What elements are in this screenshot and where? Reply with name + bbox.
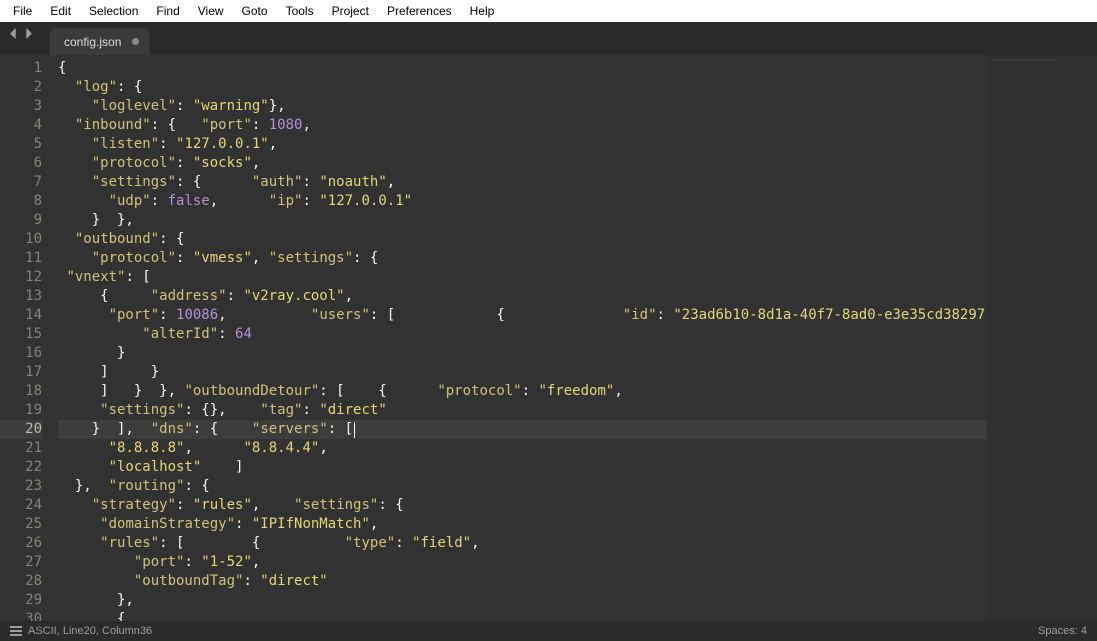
code-line[interactable]: "outbound": { — [58, 230, 987, 249]
code-line[interactable]: "protocol": "vmess", "settings": { — [58, 249, 987, 268]
code-line[interactable]: "vnext": [ — [58, 268, 987, 287]
status-line-label: Line — [63, 625, 84, 637]
status-line[interactable]: 20 — [84, 625, 96, 637]
code-line[interactable]: "rules": [ { "type": "field", — [58, 534, 987, 553]
code-line[interactable]: "port": 10086, "users": [ { "id": "23ad6… — [58, 306, 987, 325]
code-line[interactable]: ] } — [58, 363, 987, 382]
code-line[interactable]: { — [58, 59, 987, 78]
code-line[interactable]: { "address": "v2ray.cool", — [58, 287, 987, 306]
editor: 1234567891011121314151617181920212223242… — [0, 55, 1097, 621]
code-line[interactable]: "8.8.8.8", "8.8.4.4", — [58, 439, 987, 458]
menu-bar: FileEditSelectionFindViewGotoToolsProjec… — [0, 0, 1097, 22]
code-line[interactable]: } }, — [58, 211, 987, 230]
code-line[interactable]: "listen": "127.0.0.1", — [58, 135, 987, 154]
nav-forward-icon[interactable] — [23, 28, 34, 39]
code-line[interactable]: }, — [58, 591, 987, 610]
minimap[interactable] — [987, 55, 1097, 621]
menu-tools[interactable]: Tools — [277, 2, 323, 20]
code-line[interactable]: }, "routing": { — [58, 477, 987, 496]
code-line[interactable]: "loglevel": "warning"}, — [58, 97, 987, 116]
code-line[interactable]: "protocol": "socks", — [58, 154, 987, 173]
code-line[interactable]: "alterId": 64 — [58, 325, 987, 344]
menu-icon[interactable] — [10, 626, 22, 636]
text-caret — [354, 422, 355, 438]
status-col-label: , Column — [96, 625, 140, 637]
menu-preferences[interactable]: Preferences — [378, 2, 461, 20]
code-line[interactable]: "outboundTag": "direct" — [58, 572, 987, 591]
menu-view[interactable]: View — [189, 2, 233, 20]
code-line[interactable]: "log": { — [58, 78, 987, 97]
code-line[interactable]: ] } }, "outboundDetour": [ { "protocol":… — [58, 382, 987, 401]
menu-selection[interactable]: Selection — [80, 2, 147, 20]
code-line[interactable]: "port": "1-52", — [58, 553, 987, 572]
tab-config-json[interactable]: config.json — [50, 28, 149, 55]
status-indent[interactable]: Spaces: 4 — [1038, 625, 1087, 637]
code-area[interactable]: { "log": { "loglevel": "warning"}, "inbo… — [50, 55, 987, 621]
tab-title: config.json — [64, 35, 121, 49]
nav-back-icon[interactable] — [8, 28, 19, 39]
tab-dirty-indicator — [132, 38, 139, 45]
code-line[interactable]: "strategy": "rules", "settings": { — [58, 496, 987, 515]
code-line[interactable]: { — [58, 610, 987, 621]
minimap-preview — [993, 59, 1057, 617]
menu-goto[interactable]: Goto — [233, 2, 277, 20]
code-line[interactable]: "udp": false, "ip": "127.0.0.1" — [58, 192, 987, 211]
code-line[interactable]: "inbound": { "port": 1080, — [58, 116, 987, 135]
line-gutter: 1234567891011121314151617181920212223242… — [0, 55, 50, 621]
nav-arrows — [0, 17, 44, 55]
menu-find[interactable]: Find — [147, 2, 188, 20]
tab-strip: config.json — [0, 22, 1097, 55]
code-line[interactable]: "localhost" ] — [58, 458, 987, 477]
code-line[interactable]: "settings": {}, "tag": "direct" — [58, 401, 987, 420]
code-line[interactable]: } — [58, 344, 987, 363]
status-encoding[interactable]: ASCII — [28, 625, 57, 637]
menu-project[interactable]: Project — [323, 2, 378, 20]
status-col[interactable]: 36 — [140, 625, 152, 637]
code-line[interactable]: "domainStrategy": "IPIfNonMatch", — [58, 515, 987, 534]
status-bar: ASCII , Line 20 , Column 36 Spaces: 4 — [0, 621, 1097, 641]
menu-help[interactable]: Help — [461, 2, 504, 20]
code-line[interactable]: "settings": { "auth": "noauth", — [58, 173, 987, 192]
code-line[interactable]: } ], "dns": { "servers": [ — [58, 420, 987, 439]
menu-edit[interactable]: Edit — [41, 2, 80, 20]
